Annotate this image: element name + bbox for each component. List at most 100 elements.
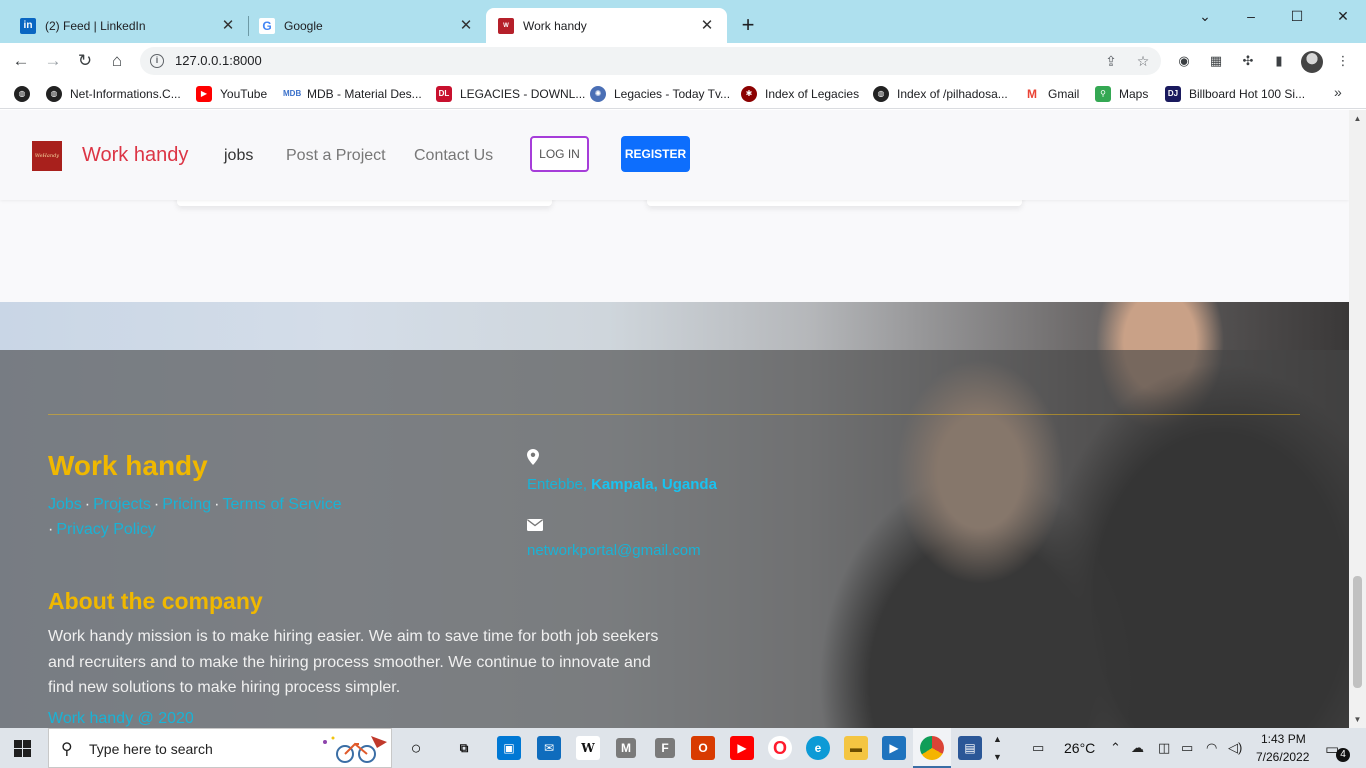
forward-button[interactable]: →	[40, 48, 66, 74]
footer-link-terms[interactable]: Terms of Service	[222, 496, 341, 513]
footer-link-jobs[interactable]: Jobs	[48, 496, 82, 513]
footer-location: Entebbe, Kampala, Uganda	[527, 476, 717, 493]
bookmark-item[interactable]: DJ Billboard Hot 100 Si...	[1165, 85, 1305, 103]
address-bar[interactable]: i 127.0.0.1:8000 ⇪ ☆	[140, 47, 1161, 75]
opera-icon[interactable]: O	[768, 736, 792, 760]
nav-contact-us[interactable]: Contact Us	[414, 147, 493, 165]
edge-icon[interactable]: e	[806, 736, 830, 760]
m-app-icon[interactable]: M	[616, 738, 636, 758]
bookmark-item[interactable]: ◍	[14, 85, 38, 103]
close-tab-icon[interactable]: ✕	[458, 17, 474, 34]
login-button[interactable]: LOG IN	[530, 136, 589, 172]
nav-jobs[interactable]: jobs	[224, 147, 253, 165]
share-icon[interactable]: ⇪	[1102, 52, 1120, 70]
nav-post-project[interactable]: Post a Project	[286, 147, 386, 165]
browser-menu-icon[interactable]: ⋮	[1334, 52, 1352, 70]
onedrive-icon[interactable]: ☁	[1131, 740, 1144, 756]
bookmarks-overflow-button[interactable]: »	[1334, 84, 1342, 100]
about-title: About the company	[48, 588, 263, 614]
spider-icon: ✱	[741, 86, 757, 102]
bookmark-item[interactable]: MDB MDB - Material Des...	[283, 85, 422, 103]
task-view-icon[interactable]: ⧉	[452, 736, 476, 760]
tab-work-handy[interactable]: W Work handy ✕	[486, 8, 727, 43]
globe-icon: ◍	[46, 86, 62, 102]
tab-search-button[interactable]: ⌄	[1182, 4, 1228, 28]
remote-desktop-icon[interactable]: ▤	[958, 736, 982, 760]
bookmark-label: Maps	[1119, 87, 1149, 101]
windows-taskbar: ⚲ Type here to search ○ ⧉ ▣ ✉ W M F O ▶ …	[0, 728, 1366, 768]
footer-link-privacy[interactable]: Privacy Policy	[56, 521, 156, 538]
globe-icon: ◍	[14, 86, 30, 102]
bookmark-star-icon[interactable]: ☆	[1134, 52, 1152, 70]
taskbar-search[interactable]: ⚲ Type here to search	[48, 728, 392, 768]
scroll-thumb[interactable]	[1353, 576, 1362, 688]
windows-start-icon[interactable]	[14, 740, 31, 757]
tab-google[interactable]: G Google ✕	[249, 8, 486, 43]
volume-icon[interactable]: ◁)	[1228, 740, 1242, 756]
tab-strip: in (2) Feed | LinkedIn ✕ G Google ✕ W Wo…	[0, 0, 1366, 43]
youtube-icon: ▶	[196, 86, 212, 102]
brand-name[interactable]: Work handy	[82, 144, 188, 167]
bookmark-item[interactable]: M Gmail	[1024, 85, 1079, 103]
bookmark-item[interactable]: ◍ Index of /pilhadosa...	[873, 85, 1008, 103]
mail-icon[interactable]: ✉	[537, 736, 561, 760]
extensions-puzzle-icon[interactable]: ✣	[1239, 52, 1257, 70]
home-button[interactable]: ⌂	[104, 48, 130, 74]
f-app-icon[interactable]: F	[655, 738, 675, 758]
footer-link-pricing[interactable]: Pricing	[162, 496, 211, 513]
reload-button[interactable]: ↻	[72, 48, 98, 74]
extension-globe-icon[interactable]: ◉	[1175, 52, 1193, 70]
maximize-button[interactable]: ☐	[1274, 4, 1320, 28]
minimize-button[interactable]: –	[1228, 4, 1274, 28]
bookmark-item[interactable]: DL LEGACIES - DOWNL...	[436, 85, 585, 103]
url-text[interactable]: 127.0.0.1:8000	[175, 53, 262, 68]
bookmark-item[interactable]: ⚲ Maps	[1095, 85, 1148, 103]
tab-linkedin[interactable]: in (2) Feed | LinkedIn ✕	[0, 8, 248, 43]
tray-overflow-icon[interactable]: ▲ ▼	[993, 730, 1002, 766]
side-panel-icon[interactable]: ▮	[1270, 52, 1288, 70]
bookmark-label: Index of Legacies	[765, 87, 860, 101]
cortana-icon[interactable]: ○	[404, 736, 428, 760]
clock-date[interactable]: 7/26/2022	[1256, 750, 1309, 764]
bookmark-item[interactable]: ▶ YouTube	[196, 85, 267, 103]
new-tab-button[interactable]: +	[736, 14, 760, 38]
footer-email[interactable]: networkportal@gmail.com	[527, 542, 701, 559]
brand-logo[interactable]: WeHandy	[32, 141, 62, 171]
store-icon[interactable]: ▣	[497, 736, 521, 760]
extension-zip-icon[interactable]: ▦	[1207, 52, 1225, 70]
file-explorer-icon[interactable]: ▬	[844, 736, 868, 760]
close-window-button[interactable]: ✕	[1320, 4, 1366, 28]
clock-time[interactable]: 1:43 PM	[1261, 732, 1306, 746]
bookmark-label: Net-Informations.C...	[70, 87, 181, 101]
register-button[interactable]: REGISTER	[621, 136, 690, 172]
back-button[interactable]: ←	[8, 48, 34, 74]
media-player-icon[interactable]: ▶	[882, 736, 906, 760]
weather-icon[interactable]: ▭	[1032, 740, 1044, 756]
weather-temp[interactable]: 26°C	[1064, 740, 1095, 756]
footer-link-projects[interactable]: Projects	[93, 496, 151, 513]
site-info-icon[interactable]: i	[150, 54, 164, 68]
close-tab-icon[interactable]: ✕	[699, 17, 715, 34]
search-icon: ⚲	[61, 741, 73, 758]
bookmark-item[interactable]: ✱ Index of Legacies	[741, 85, 859, 103]
youtube-icon[interactable]: ▶	[730, 736, 754, 760]
bookmark-label: Index of /pilhadosa...	[897, 87, 1008, 101]
scroll-up-arrow[interactable]: ▲	[1349, 110, 1366, 127]
show-hidden-icons[interactable]: ⌃	[1110, 740, 1121, 756]
envelope-icon	[527, 519, 543, 531]
office-icon[interactable]: O	[691, 736, 715, 760]
meet-now-icon[interactable]: ◫	[1158, 740, 1170, 756]
mdb-icon: MDB	[283, 86, 301, 102]
wifi-icon[interactable]: ◠	[1206, 740, 1217, 756]
battery-icon[interactable]: ▭	[1181, 740, 1193, 756]
bookmark-item[interactable]: ✺ Legacies - Today Tv...	[590, 85, 730, 103]
profile-avatar[interactable]	[1301, 51, 1323, 73]
chrome-icon[interactable]	[920, 736, 944, 760]
scroll-down-arrow[interactable]: ▼	[1349, 711, 1366, 728]
bookmark-item[interactable]: ◍ Net-Informations.C...	[46, 85, 181, 103]
page-scrollbar[interactable]: ▲ ▼	[1349, 110, 1366, 728]
close-tab-icon[interactable]: ✕	[220, 17, 236, 34]
wikipedia-icon[interactable]: W	[576, 736, 600, 760]
link-separator: ·	[214, 496, 220, 513]
globe-icon: ◍	[873, 86, 889, 102]
